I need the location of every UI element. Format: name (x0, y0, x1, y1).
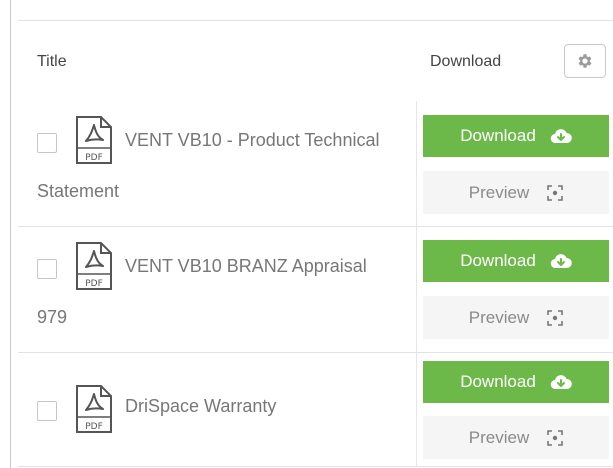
preview-button-label: Preview (468, 307, 530, 327)
svg-text:PDF: PDF (85, 422, 103, 432)
gear-icon (578, 54, 592, 68)
svg-text:PDF: PDF (85, 153, 103, 163)
pdf-file-icon: PDF (76, 242, 112, 290)
row-select-checkbox[interactable] (37, 133, 57, 153)
table-header: Title Download (18, 21, 613, 101)
download-button[interactable]: Download (423, 361, 609, 403)
column-divider (416, 101, 417, 226)
svg-text:PDF: PDF (85, 279, 103, 289)
table-row: PDF DriSpace Warranty Download Preview (18, 353, 613, 467)
document-title[interactable]: VENT VB10 - Product Technical (125, 130, 379, 151)
settings-button[interactable] (564, 44, 606, 78)
focus-preview-icon (547, 184, 564, 201)
column-header-download: Download (430, 53, 502, 70)
download-button[interactable]: Download (423, 240, 609, 282)
preview-button[interactable]: Preview (423, 296, 609, 339)
preview-button-label: Preview (468, 427, 530, 447)
document-title-continued[interactable]: 979 (37, 307, 67, 328)
download-button-label: Download (460, 251, 536, 270)
document-table: Title Download PDF VENT VB10 - Product T… (0, 0, 613, 468)
document-title-continued[interactable]: Statement (37, 181, 119, 202)
focus-preview-icon (547, 309, 564, 326)
row-select-checkbox[interactable] (37, 259, 57, 279)
table-row: PDF VENT VB10 BRANZ Appraisal 979 Downlo… (18, 227, 613, 353)
pdf-file-icon: PDF (76, 116, 112, 164)
cloud-download-icon (550, 254, 572, 269)
column-divider (416, 353, 417, 466)
preview-button[interactable]: Preview (423, 416, 609, 459)
cloud-download-icon (550, 129, 572, 144)
row-select-checkbox[interactable] (37, 401, 57, 421)
preview-button-label: Preview (468, 182, 530, 202)
column-header-title: Title (37, 53, 67, 70)
pdf-file-icon: PDF (76, 385, 112, 433)
table-row: PDF VENT VB10 - Product Technical Statem… (18, 101, 613, 227)
document-title[interactable]: VENT VB10 BRANZ Appraisal (125, 256, 367, 277)
download-button[interactable]: Download (423, 115, 609, 157)
focus-preview-icon (547, 429, 564, 446)
left-border (10, 0, 11, 468)
document-title[interactable]: DriSpace Warranty (125, 396, 276, 417)
download-button-label: Download (460, 372, 536, 391)
column-divider (416, 227, 417, 352)
preview-button[interactable]: Preview (423, 171, 609, 214)
cloud-download-icon (550, 375, 572, 390)
download-button-label: Download (460, 126, 536, 145)
